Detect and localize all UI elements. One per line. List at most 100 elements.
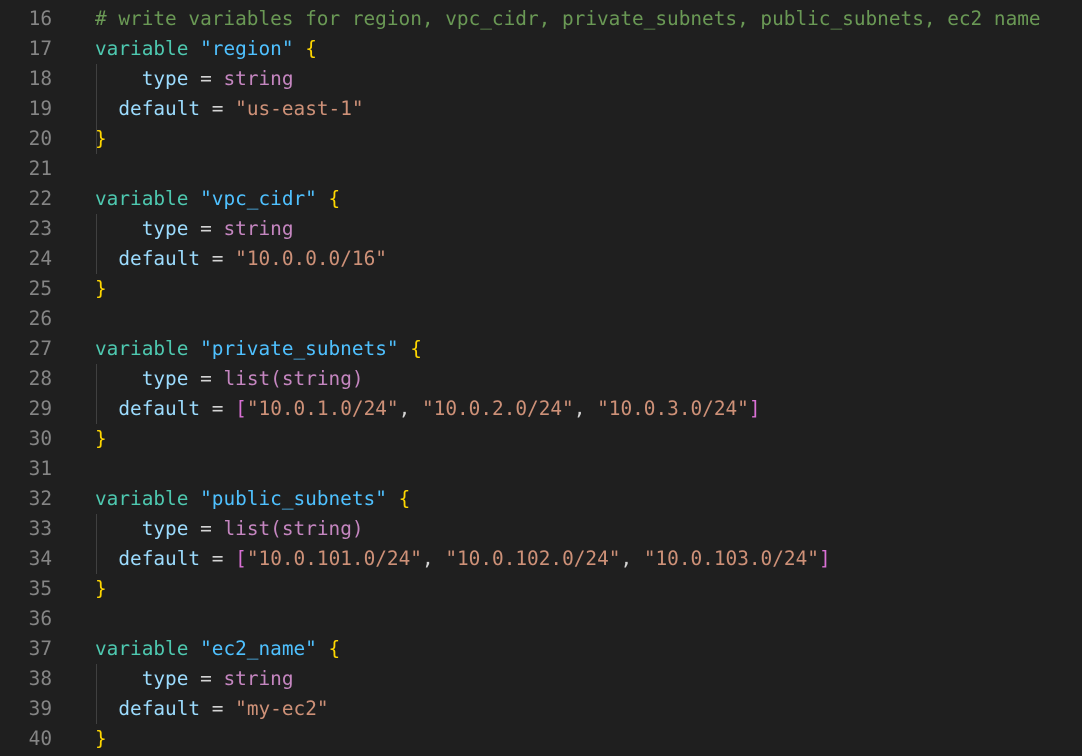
brace: } xyxy=(95,577,107,600)
string-value: "us-east-1" xyxy=(235,97,364,120)
brace: { xyxy=(328,637,341,660)
string-value: "10.0.103.0/24" xyxy=(643,547,819,570)
block-label: "public_subnets" xyxy=(200,487,387,510)
operator: = xyxy=(200,67,212,90)
operator: = xyxy=(211,547,224,570)
operator: = xyxy=(200,517,212,540)
code-line[interactable]: 30} xyxy=(0,424,1082,454)
code-line[interactable]: 28 type = list(string) xyxy=(0,364,1082,394)
code-line[interactable]: 27 variable "private_subnets" { xyxy=(0,334,1082,364)
code-content: } xyxy=(95,424,107,454)
line-number: 28 xyxy=(28,367,52,390)
line-number: 34 xyxy=(28,547,52,570)
brace: { xyxy=(328,187,341,210)
bracket: ] xyxy=(818,547,831,570)
attribute-name: type xyxy=(141,517,189,540)
code-content: variable "public_subnets" { xyxy=(95,484,410,514)
code-line[interactable]: 21 xyxy=(0,154,1082,184)
string-value: "10.0.2.0/24" xyxy=(421,397,574,420)
attribute-name: type xyxy=(141,367,189,390)
code-line[interactable]: 18 type = string xyxy=(0,64,1082,94)
bracket: [ xyxy=(235,397,247,420)
attribute-name: type xyxy=(141,67,189,90)
operator: = xyxy=(211,697,224,720)
line-number: 31 xyxy=(28,457,52,480)
line-number: 40 xyxy=(28,727,52,750)
code-content: type = list(string) xyxy=(95,364,364,394)
code-content: } xyxy=(95,724,107,754)
operator: = xyxy=(211,97,224,120)
code-line[interactable]: 20} xyxy=(0,124,1082,154)
attribute-name: type xyxy=(141,217,189,240)
code-line[interactable]: 34 default = ["10.0.101.0/24", "10.0.102… xyxy=(0,544,1082,574)
brace: } xyxy=(95,277,107,300)
code-line[interactable]: 38 type = string xyxy=(0,664,1082,694)
code-line[interactable]: 33 type = list(string) xyxy=(0,514,1082,544)
attribute-name: default xyxy=(118,697,201,720)
brace: } xyxy=(95,127,107,150)
code-line[interactable]: 16 # write variables for region, vpc_cidr… xyxy=(0,4,1082,34)
line-number: 23 xyxy=(28,217,52,240)
type-value: list(string) xyxy=(223,367,364,390)
code-content: } xyxy=(95,124,107,154)
code-content: type = string xyxy=(95,64,294,94)
brace: { xyxy=(398,487,411,510)
code-content: variable "region" { xyxy=(95,34,317,64)
type-value: string xyxy=(223,217,294,240)
string-value: "10.0.102.0/24" xyxy=(445,547,621,570)
block-label: "private_subnets" xyxy=(200,337,399,360)
code-content: variable "vpc_cidr" { xyxy=(95,184,340,214)
block-label: "region" xyxy=(200,37,294,60)
line-number: 25 xyxy=(28,277,52,300)
code-line[interactable]: 22 variable "vpc_cidr" { xyxy=(0,184,1082,214)
string-value: "10.0.0.0/16" xyxy=(235,247,387,270)
line-number: 36 xyxy=(28,607,52,630)
line-number: 20 xyxy=(28,127,52,150)
code-line[interactable]: 25} xyxy=(0,274,1082,304)
code-line[interactable]: 19 default = "us-east-1" xyxy=(0,94,1082,124)
line-number: 17 xyxy=(28,37,52,60)
code-line[interactable]: 26 xyxy=(0,304,1082,334)
code-line[interactable]: 29 default = ["10.0.1.0/24", "10.0.2.0/2… xyxy=(0,394,1082,424)
code-line[interactable]: 35} xyxy=(0,574,1082,604)
code-editor[interactable]: 16 # write variables for region, vpc_cidr… xyxy=(0,0,1082,756)
code-line[interactable]: 32 variable "public_subnets" { xyxy=(0,484,1082,514)
code-content: default = "10.0.0.0/16" xyxy=(95,244,387,274)
comment: # write variables for region, vpc_cidr, … xyxy=(95,7,1041,30)
code-content: default = "my-ec2" xyxy=(95,694,328,724)
string-value: "10.0.1.0/24" xyxy=(246,397,399,420)
code-content: variable "ec2_name" { xyxy=(95,634,340,664)
comma: , xyxy=(573,397,598,420)
code-content: default = ["10.0.101.0/24", "10.0.102.0/… xyxy=(95,544,831,574)
line-number: 27 xyxy=(28,337,52,360)
line-number: 19 xyxy=(28,97,52,120)
code-content: type = list(string) xyxy=(95,514,364,544)
line-number: 33 xyxy=(28,517,52,540)
code-line[interactable]: 17 variable "region" { xyxy=(0,34,1082,64)
operator: = xyxy=(211,397,224,420)
code-line[interactable]: 31 xyxy=(0,454,1082,484)
code-line[interactable]: 23 type = string xyxy=(0,214,1082,244)
attribute-name: default xyxy=(118,547,201,570)
line-number: 29 xyxy=(28,397,52,420)
code-line[interactable]: 37 variable "ec2_name" { xyxy=(0,634,1082,664)
line-number: 24 xyxy=(28,247,52,270)
code-line[interactable]: 36 xyxy=(0,604,1082,634)
attribute-name: default xyxy=(118,97,201,120)
code-content: default = "us-east-1" xyxy=(95,94,364,124)
line-number: 38 xyxy=(28,667,52,690)
line-number: 16 xyxy=(28,7,52,30)
code-line[interactable]: 24 default = "10.0.0.0/16" xyxy=(0,244,1082,274)
line-number: 30 xyxy=(28,427,52,450)
line-number: 18 xyxy=(28,67,52,90)
brace: } xyxy=(95,427,107,450)
code-line[interactable]: 40} xyxy=(0,724,1082,754)
string-value: "10.0.3.0/24" xyxy=(597,397,749,420)
code-line[interactable]: 39 default = "my-ec2" xyxy=(0,694,1082,724)
block-label: "vpc_cidr" xyxy=(200,187,317,210)
line-number: 32 xyxy=(28,487,52,510)
code-content: } xyxy=(95,574,107,604)
brace: } xyxy=(95,727,107,750)
keyword: variable xyxy=(95,187,189,210)
attribute-name: default xyxy=(118,247,201,270)
